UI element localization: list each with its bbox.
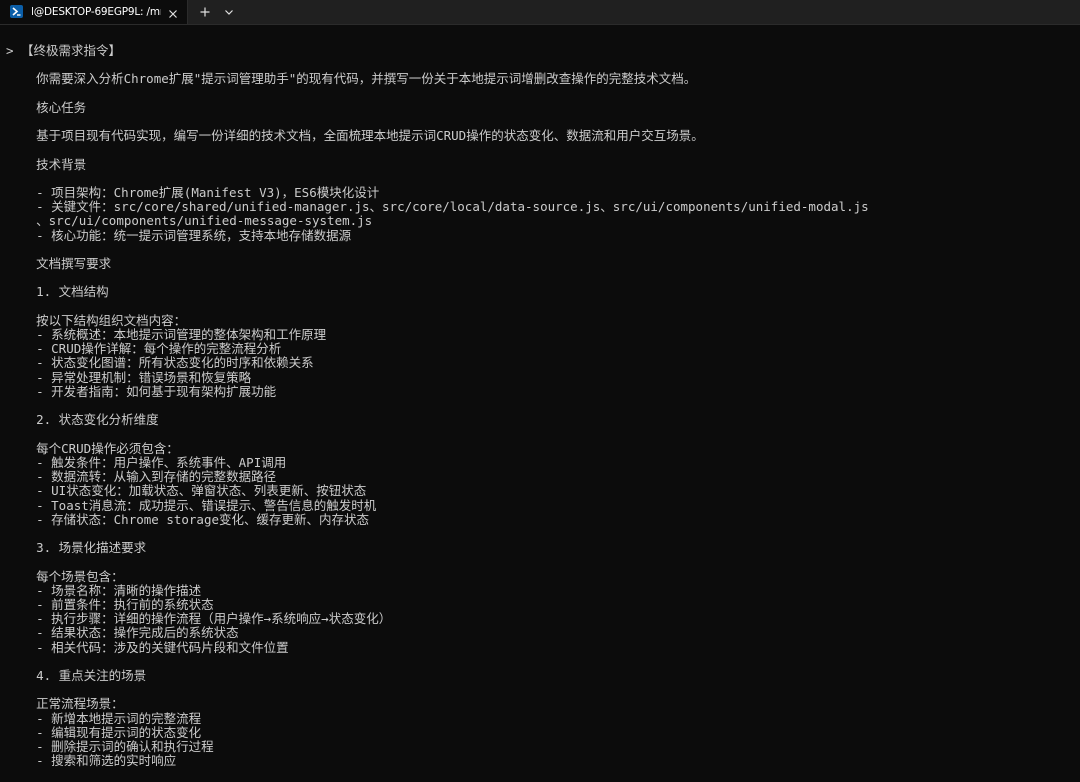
terminal-output[interactable]: > 【终极需求指令】 你需要深入分析Chrome扩展"提示词管理助手"的现有代码… bbox=[0, 25, 1080, 782]
terminal-line: 3. 场景化描述要求 bbox=[6, 540, 147, 556]
terminal-line: - 项目架构：Chrome扩展(Manifest V3)，ES6模块化设计 bbox=[6, 185, 380, 201]
terminal-line: 1. 文档结构 bbox=[6, 284, 109, 300]
terminal-line: - 搜索和筛选的实时响应 bbox=[6, 753, 177, 769]
terminal-line: - 执行步骤：详细的操作流程（用户操作→系统响应→状态变化） bbox=[6, 611, 392, 627]
terminal-line: - 相关代码：涉及的关键代码片段和文件位置 bbox=[6, 639, 289, 655]
tab-title: l@DESKTOP-69EGP9L: /mnt/d bbox=[31, 6, 161, 18]
close-icon[interactable] bbox=[167, 5, 179, 18]
plus-icon[interactable] bbox=[196, 2, 214, 22]
terminal-line: 、src/ui/components/unified-message-syste… bbox=[6, 213, 373, 229]
terminal-tab[interactable]: l@DESKTOP-69EGP9L: /mnt/d bbox=[0, 0, 188, 24]
terminal-line: - 删除提示词的确认和执行过程 bbox=[6, 738, 214, 754]
terminal-line: - 触发条件：用户操作、系统事件、API调用 bbox=[6, 454, 287, 470]
terminal-line: - CRUD操作详解：每个操作的完整流程分析 bbox=[6, 341, 282, 357]
terminal-line: - 关键文件：src/core/shared/unified-manager.j… bbox=[6, 199, 869, 215]
terminal-line: - 开发者指南：如何基于现有架构扩展功能 bbox=[6, 383, 277, 399]
terminal-line: 文档撰写要求 bbox=[6, 256, 112, 272]
terminal-line: 正常流程场景： bbox=[6, 696, 124, 712]
terminal-line: 每个CRUD操作必须包含： bbox=[6, 440, 179, 456]
terminal-line: 2. 状态变化分析维度 bbox=[6, 412, 159, 428]
terminal-line: - 前置条件：执行前的系统状态 bbox=[6, 596, 214, 612]
terminal-line: 基于项目现有代码实现，编写一份详细的技术文档，全面梳理本地提示词CRUD操作的状… bbox=[6, 128, 704, 144]
terminal-line: - 编辑现有提示词的状态变化 bbox=[6, 724, 202, 740]
terminal-line: 每个场景包含： bbox=[6, 568, 124, 584]
terminal-line: - 存储状态：Chrome storage变化、缓存更新、内存状态 bbox=[6, 511, 370, 527]
chevron-down-icon[interactable] bbox=[221, 2, 237, 22]
terminal-line: - 状态变化图谱：所有状态变化的时序和依赖关系 bbox=[6, 355, 314, 371]
terminal-line: - 结果状态：操作完成后的系统状态 bbox=[6, 625, 239, 641]
terminal-line: - Toast消息流：成功提示、错误提示、警告信息的触发时机 bbox=[6, 497, 377, 513]
terminal-line: - 系统概述：本地提示词管理的整体架构和工作原理 bbox=[6, 327, 327, 343]
terminal-line: > 【终极需求指令】 bbox=[6, 43, 122, 58]
tab-bar: l@DESKTOP-69EGP9L: /mnt/d bbox=[0, 0, 1080, 25]
terminal-line: - 新增本地提示词的完整流程 bbox=[6, 710, 202, 726]
terminal-line: 核心任务 bbox=[6, 99, 87, 115]
terminal-line: 按以下结构组织文档内容： bbox=[6, 312, 187, 328]
terminal-line: 你需要深入分析Chrome扩展"提示词管理助手"的现有代码，并撰写一份关于本地提… bbox=[6, 71, 697, 87]
terminal-line: - UI状态变化：加载状态、弹窗状态、列表更新、按钮状态 bbox=[6, 483, 367, 499]
powershell-icon bbox=[10, 5, 23, 18]
terminal-line: 4. 重点关注的场景 bbox=[6, 667, 147, 683]
terminal-text: > 【终极需求指令】 你需要深入分析Chrome扩展"提示词管理助手"的现有代码… bbox=[6, 43, 869, 769]
terminal-line: - 核心功能：统一提示词管理系统，支持本地存储数据源 bbox=[6, 227, 352, 243]
terminal-line: - 异常处理机制：错误场景和恢复策略 bbox=[6, 369, 252, 385]
terminal-line: - 场景名称：清晰的操作描述 bbox=[6, 582, 202, 598]
terminal-line: - 数据流转：从输入到存储的完整数据路径 bbox=[6, 469, 277, 485]
terminal-line: 技术背景 bbox=[6, 156, 87, 172]
